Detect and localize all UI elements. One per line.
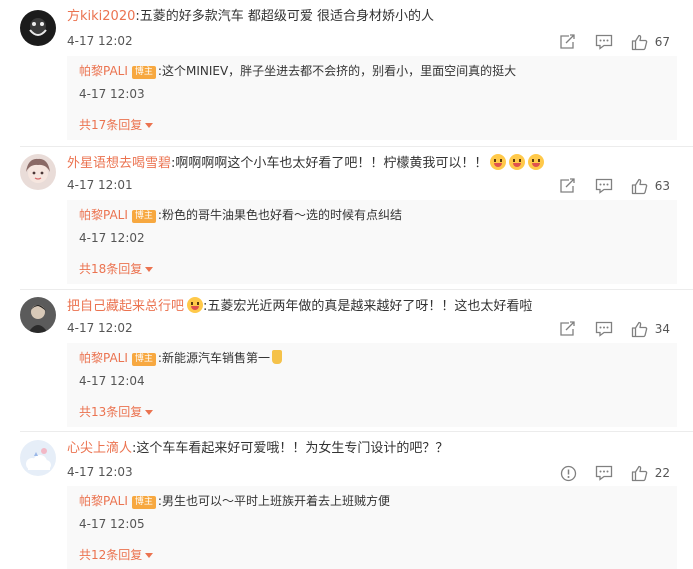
- reply-username[interactable]: 帕黎PALI: [79, 208, 128, 222]
- report-button[interactable]: [560, 465, 577, 482]
- more-replies-label: 共12条回复: [79, 548, 143, 562]
- comment-username[interactable]: 方kiki2020: [67, 9, 135, 24]
- avatar[interactable]: [20, 297, 56, 333]
- comment-button[interactable]: [595, 178, 613, 194]
- grin-emoji-icon: [187, 297, 204, 313]
- comment-text: 五菱宏光近两年做的真是越来越好了呀！！这也太好看啦: [207, 299, 533, 314]
- share-button[interactable]: [559, 321, 577, 337]
- comment-text: 这个车车看起来好可爱哦！！为女生专门设计的吧？？: [136, 441, 449, 456]
- comment-username[interactable]: 把自己藏起来总行吧: [67, 299, 184, 314]
- comment-time: 4-17 12:02: [67, 34, 133, 48]
- comment-text: 五菱的好多款汽车 都超级可爱 很适合身材娇小的人: [139, 9, 435, 24]
- excited-emoji-icon: [490, 154, 507, 170]
- avatar[interactable]: [20, 10, 56, 46]
- reply-box: 帕黎PALI 博主:粉色的哥牛油果色也好看～选的时候有点纠结 4-17 12:02…: [67, 200, 677, 284]
- thumbs-up-icon: [631, 178, 647, 194]
- reply-time: 4-17 12:03: [79, 87, 145, 101]
- reply-text: 这个MINIEV，胖子坐进去都不会挤的，别看小，里面空间真的挺大: [161, 64, 517, 78]
- reply-username[interactable]: 帕黎PALI: [79, 64, 128, 78]
- comment-icon: [595, 465, 612, 481]
- reply-time: 4-17 12:05: [79, 517, 145, 531]
- author-badge: 博主: [131, 353, 156, 366]
- more-replies-link[interactable]: 共13条回复: [79, 403, 154, 420]
- thumbs-up-icon: [631, 34, 647, 50]
- comment-username[interactable]: 心尖上滴人: [67, 441, 132, 456]
- like-button[interactable]: 63: [631, 178, 670, 195]
- more-replies-link[interactable]: 共12条回复: [79, 546, 154, 563]
- like-count: 67: [654, 35, 670, 49]
- more-replies-link[interactable]: 共18条回复: [79, 260, 154, 277]
- more-replies-label: 共17条回复: [79, 118, 143, 132]
- divider: [20, 146, 693, 147]
- comment-time: 4-17 12:03: [67, 465, 133, 479]
- comment-button[interactable]: [595, 34, 613, 50]
- reply-time: 4-17 12:04: [79, 374, 145, 388]
- reply-box: 帕黎PALI 博主:男生也可以～平时上班族开着去上班贼方便 4-17 12:05 …: [67, 486, 677, 569]
- reply-username[interactable]: 帕黎PALI: [79, 351, 128, 365]
- more-replies-link[interactable]: 共17条回复: [79, 116, 154, 133]
- comment-time: 4-17 12:01: [67, 178, 133, 192]
- thumbs-up-icon: [631, 321, 647, 337]
- reply-box: 帕黎PALI 博主:新能源汽车销售第一 4-17 12:04 共13条回复: [67, 343, 677, 427]
- author-badge: 博主: [131, 210, 156, 223]
- comment-time: 4-17 12:02: [67, 321, 133, 335]
- like-button[interactable]: 22: [631, 465, 670, 482]
- excited-emoji-icon: [528, 154, 545, 170]
- caret-down-icon: [145, 553, 154, 558]
- caret-down-icon: [145, 267, 154, 272]
- like-count: 63: [654, 179, 670, 193]
- share-icon: [560, 178, 575, 193]
- reply-time: 4-17 12:02: [79, 231, 145, 245]
- comment-icon: [595, 178, 612, 194]
- author-badge: 博主: [131, 66, 156, 79]
- more-replies-label: 共18条回复: [79, 262, 143, 276]
- like-count: 22: [654, 466, 670, 480]
- excited-emoji-icon: [509, 154, 526, 170]
- caret-down-icon: [145, 123, 154, 128]
- thumbs-up-icon: [631, 465, 647, 481]
- more-replies-label: 共13条回复: [79, 405, 143, 419]
- reply-username[interactable]: 帕黎PALI: [79, 494, 128, 508]
- reply-text: 新能源汽车销售第一: [161, 351, 270, 365]
- comment-button[interactable]: [595, 465, 613, 481]
- caret-down-icon: [145, 410, 154, 415]
- report-icon: [560, 465, 576, 481]
- divider: [20, 431, 693, 432]
- author-badge: 博主: [131, 496, 156, 509]
- comment-text: 啊啊啊啊这个小车也太好看了吧！！柠檬黄我可以！！: [175, 156, 488, 171]
- comment-username[interactable]: 外星语想去喝雪碧: [67, 156, 171, 171]
- like-button[interactable]: 67: [631, 34, 670, 51]
- share-icon: [560, 34, 575, 49]
- share-button[interactable]: [559, 178, 577, 194]
- comment-button[interactable]: [595, 321, 613, 337]
- share-button[interactable]: [559, 34, 577, 50]
- reply-text: 男生也可以～平时上班族开着去上班贼方便: [161, 494, 390, 508]
- reply-box: 帕黎PALI 博主:这个MINIEV，胖子坐进去都不会挤的，别看小，里面空间真的挺…: [67, 56, 677, 140]
- comment-icon: [595, 321, 612, 337]
- comment-icon: [595, 34, 612, 50]
- avatar[interactable]: [20, 440, 56, 476]
- like-button[interactable]: 34: [631, 321, 670, 338]
- reply-text: 粉色的哥牛油果色也好看～选的时候有点纠结: [161, 208, 402, 222]
- divider: [20, 289, 693, 290]
- like-count: 34: [654, 322, 670, 336]
- avatar[interactable]: [20, 154, 56, 190]
- share-icon: [560, 321, 575, 336]
- thumbs-up-emoji-icon: [271, 350, 282, 364]
